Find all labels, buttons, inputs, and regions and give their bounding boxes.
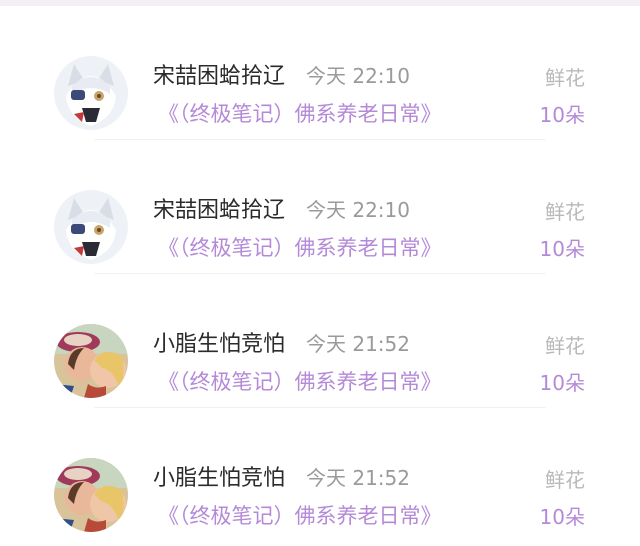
gift-record-row[interactable]: 宋喆困蛤拾辽 今天 22:10 《（终极笔记）佛系养老日常》 鲜花 10朵 [0,140,640,274]
gift-record-list: 宋喆困蛤拾辽 今天 22:10 《（终极笔记）佛系养老日常》 鲜花 10朵 宋喆… [0,6,640,542]
gift-type-label: 鲜花 [545,66,585,90]
user-avatar[interactable] [54,324,128,398]
user-avatar[interactable] [54,458,128,532]
user-avatar[interactable] [54,190,128,264]
photo-couple-avatar-icon [54,458,128,532]
timestamp: 今天 22:10 [306,64,410,88]
user-avatar[interactable] [54,56,128,130]
anime-fox-girl-avatar-icon [54,190,128,264]
gift-record-row[interactable]: 小脂生怕竞怕 今天 21:52 《（终极笔记）佛系养老日常》 鲜花 10朵 [0,408,640,542]
gift-type-label: 鲜花 [545,334,585,358]
anime-fox-girl-avatar-icon [54,56,128,130]
gift-record-row[interactable]: 宋喆困蛤拾辽 今天 22:10 《（终极笔记）佛系养老日常》 鲜花 10朵 [0,6,640,140]
gift-count: 10朵 [539,237,585,261]
book-title-link[interactable]: 《（终极笔记）佛系养老日常》 [158,232,442,262]
user-name[interactable]: 宋喆困蛤拾辽 [153,58,285,90]
timestamp: 今天 21:52 [306,332,410,356]
gift-record-row[interactable]: 小脂生怕竞怕 今天 21:52 《（终极笔记）佛系养老日常》 鲜花 10朵 [0,274,640,408]
photo-couple-avatar-icon [54,324,128,398]
book-title-link[interactable]: 《（终极笔记）佛系养老日常》 [158,500,442,530]
gift-type-label: 鲜花 [545,468,585,492]
gift-count: 10朵 [539,505,585,529]
user-name[interactable]: 小脂生怕竞怕 [153,460,285,492]
timestamp: 今天 21:52 [306,466,410,490]
gift-count: 10朵 [539,371,585,395]
timestamp: 今天 22:10 [306,198,410,222]
book-title-link[interactable]: 《（终极笔记）佛系养老日常》 [158,98,442,128]
gift-type-label: 鲜花 [545,200,585,224]
gift-count: 10朵 [539,103,585,127]
book-title-link[interactable]: 《（终极笔记）佛系养老日常》 [158,366,442,396]
user-name[interactable]: 宋喆困蛤拾辽 [153,192,285,224]
user-name[interactable]: 小脂生怕竞怕 [153,326,285,358]
